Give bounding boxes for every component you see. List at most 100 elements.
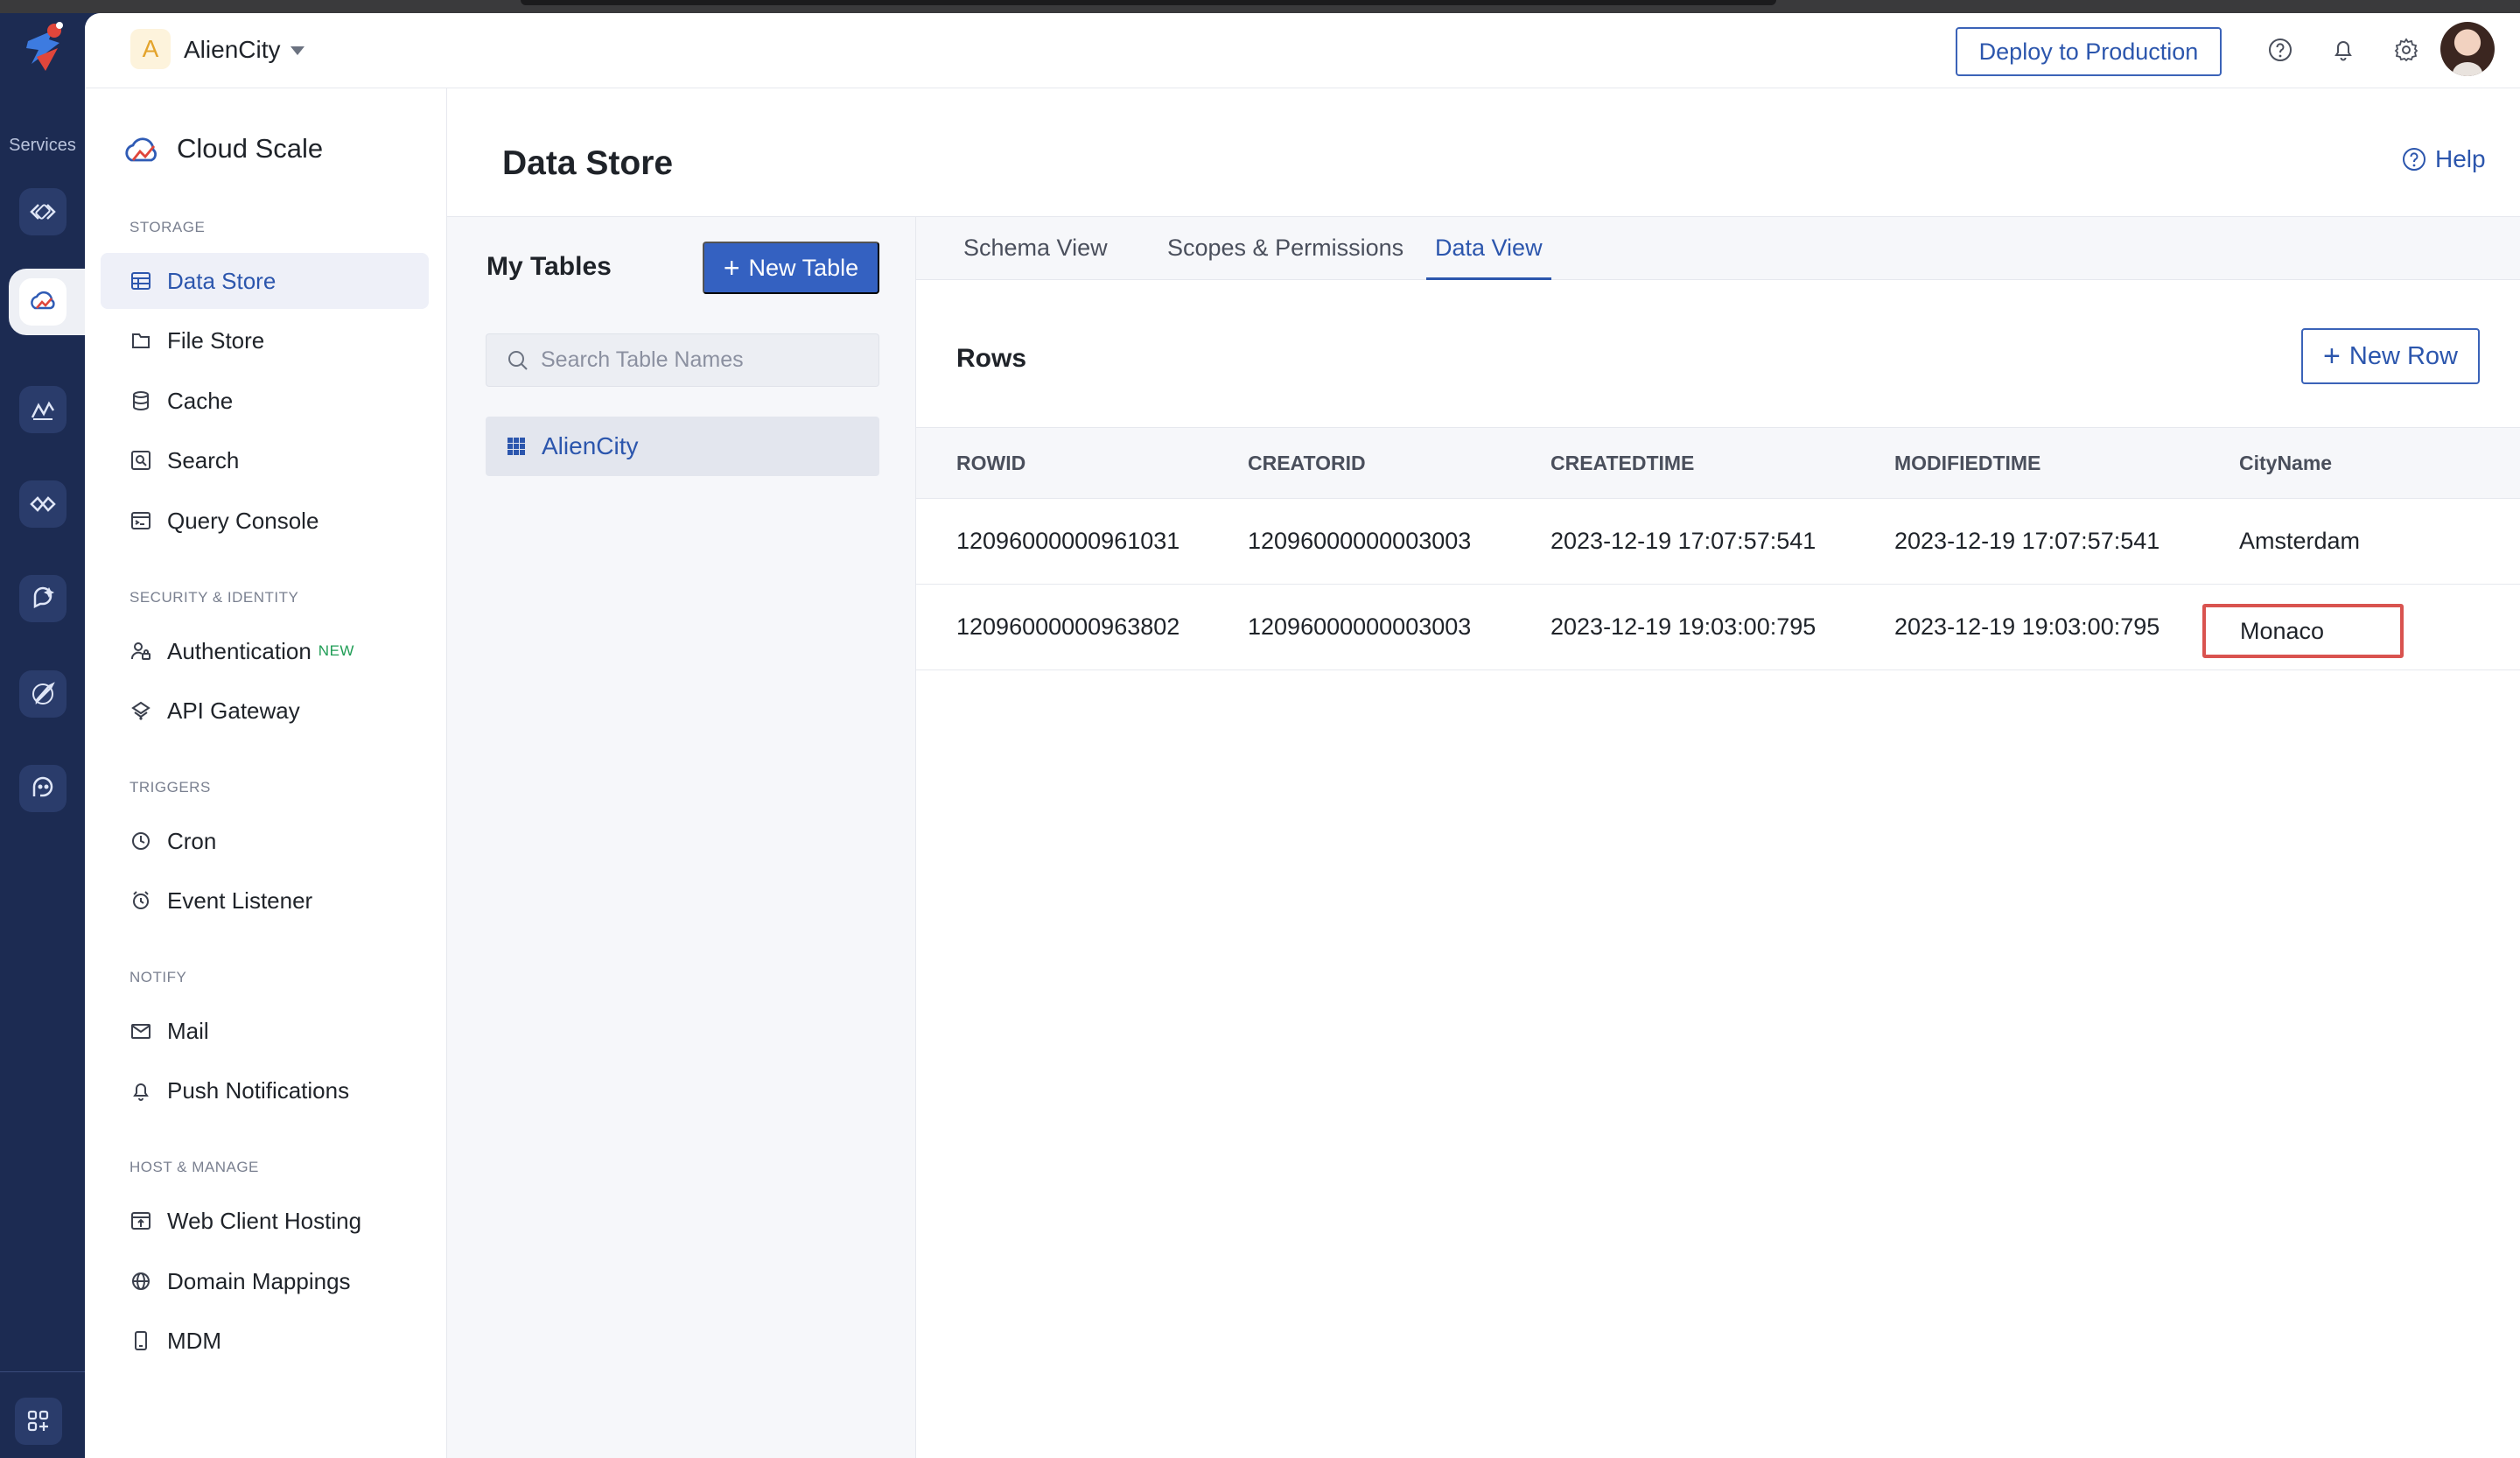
- tab-schema-view[interactable]: Schema View: [963, 235, 1108, 280]
- column-header[interactable]: ROWID: [956, 428, 1026, 498]
- table-cell[interactable]: 12096000000003003: [1248, 499, 1471, 584]
- deploy-to-production-button[interactable]: Deploy to Production: [1956, 27, 2222, 76]
- table-cell[interactable]: 2023-12-19 19:03:00:795: [1894, 585, 2160, 669]
- code-icon[interactable]: [19, 188, 66, 235]
- table-cell[interactable]: 12096000000961031: [956, 499, 1180, 584]
- table-list-item[interactable]: AlienCity: [486, 417, 879, 476]
- sidebar-item-push-notifications[interactable]: Push Notifications: [101, 1062, 429, 1118]
- table-cell[interactable]: 12096000000003003: [1248, 585, 1471, 669]
- table-cell[interactable]: Amsterdam: [2239, 499, 2360, 584]
- cloud-scale-rail-tab[interactable]: [9, 269, 89, 335]
- page-title: Data Store: [502, 144, 674, 182]
- chevron-down-icon[interactable]: [290, 46, 304, 55]
- integrations-icon[interactable]: [19, 480, 66, 528]
- table-header-row: ROWID CREATORID CREATEDTIME MODIFIEDTIME…: [916, 427, 2520, 499]
- cloud-scale-icon: [19, 278, 66, 326]
- window-top-strip: [0, 0, 2520, 13]
- table-cell[interactable]: 2023-12-19 17:07:57:541: [1894, 499, 2160, 584]
- user-lock-icon: [129, 639, 153, 663]
- ai-icon[interactable]: [19, 575, 66, 622]
- table-name: AlienCity: [542, 432, 639, 459]
- sidebar-item-event-listener[interactable]: Event Listener: [101, 873, 429, 929]
- help-link[interactable]: Help: [2400, 145, 2486, 173]
- new-table-label: New Table: [748, 254, 859, 281]
- table-row[interactable]: 12096000000961031 12096000000003003 2023…: [916, 499, 2520, 585]
- sidebar-item-mail[interactable]: Mail: [101, 1003, 429, 1059]
- clock-icon: [129, 829, 153, 853]
- help-circle-icon[interactable]: [2263, 32, 2298, 67]
- rail-divider: [0, 1371, 85, 1372]
- table-row[interactable]: 12096000000963802 12096000000003003 2023…: [916, 585, 2520, 670]
- catalyst-logo-icon[interactable]: [19, 22, 68, 83]
- alarm-icon: [129, 888, 153, 913]
- project-name[interactable]: AlienCity: [184, 36, 280, 64]
- sidebar-item-label: Cron: [167, 827, 217, 854]
- column-header[interactable]: CityName: [2239, 428, 2332, 498]
- new-row-button[interactable]: + New Row: [2301, 328, 2480, 384]
- search-icon: [508, 350, 528, 370]
- city-name-edit-field[interactable]: Monaco: [2202, 604, 2404, 658]
- rows-title: Rows: [956, 344, 1027, 373]
- tab-data-view[interactable]: Data View: [1426, 235, 1551, 280]
- sidebar-item-api-gateway[interactable]: API Gateway: [101, 683, 429, 739]
- devops-icon[interactable]: [19, 765, 66, 812]
- new-table-button[interactable]: + New Table: [703, 242, 879, 294]
- sidebar-item-search[interactable]: Search: [101, 432, 429, 488]
- sidebar-item-file-store[interactable]: File Store: [101, 312, 429, 368]
- main-card: A AlienCity Deploy to Production Cloud S…: [85, 13, 2520, 1458]
- table-cell[interactable]: 2023-12-19 19:03:00:795: [1550, 585, 1816, 669]
- top-header: A AlienCity Deploy to Production: [85, 13, 2520, 88]
- bell-icon[interactable]: [2326, 32, 2361, 67]
- column-header[interactable]: MODIFIEDTIME: [1894, 428, 2040, 498]
- sidebar-item-cache[interactable]: Cache: [101, 373, 429, 429]
- sidebar-item-label: Query Console: [167, 507, 319, 534]
- sidebar-item-domain-mappings[interactable]: Domain Mappings: [101, 1253, 429, 1309]
- project-badge[interactable]: A: [130, 29, 171, 69]
- section-notify: NOTIFY: [130, 969, 187, 985]
- sidebar-item-label: Data Store: [167, 267, 276, 294]
- sidebar-item-label: Mail: [167, 1017, 209, 1044]
- view-tabs: Schema View Scopes & Permissions Data Vi…: [916, 217, 2520, 280]
- sidebar-item-label: Authentication: [167, 637, 312, 664]
- search-input[interactable]: [541, 347, 873, 373]
- sidebar-item-mdm[interactable]: MDM: [101, 1313, 429, 1369]
- table-search-box: [486, 333, 879, 387]
- column-header[interactable]: CREATEDTIME: [1550, 428, 1694, 498]
- sidebar-item-label: MDM: [167, 1327, 222, 1354]
- sidebar-item-label: API Gateway: [167, 697, 300, 724]
- sidebar-item-label: Cache: [167, 387, 234, 414]
- upload-window-icon: [129, 1209, 153, 1233]
- database-icon: [129, 389, 153, 413]
- sidebar-item-label: Push Notifications: [167, 1076, 350, 1104]
- rows-table: ROWID CREATORID CREATEDTIME MODIFIEDTIME…: [916, 427, 2520, 670]
- service-sidebar: Cloud Scale STORAGE Data Store File Stor…: [85, 88, 447, 1458]
- gear-icon[interactable]: [2389, 32, 2424, 67]
- plus-icon: +: [2323, 340, 2341, 373]
- sidebar-item-label: File Store: [167, 326, 265, 354]
- new-row-label: New Row: [2348, 341, 2458, 370]
- sidebar-item-label: Web Client Hosting: [167, 1207, 362, 1234]
- section-security: SECURITY & IDENTITY: [130, 589, 299, 606]
- section-triggers: TRIGGERS: [130, 779, 211, 796]
- tab-scopes-permissions[interactable]: Scopes & Permissions: [1167, 235, 1404, 280]
- gateway-icon: [129, 698, 153, 723]
- cloud-scale-brand: Cloud Scale: [122, 130, 323, 167]
- help-circle-icon: [2403, 148, 2426, 171]
- apps-grid-icon[interactable]: [15, 1398, 62, 1445]
- launch-icon[interactable]: [19, 670, 66, 718]
- column-header[interactable]: CREATORID: [1248, 428, 1366, 498]
- table-cell[interactable]: 12096000000963802: [956, 585, 1180, 669]
- sidebar-item-cron[interactable]: Cron: [101, 813, 429, 869]
- help-label: Help: [2435, 145, 2486, 172]
- sidebar-item-label: Event Listener: [167, 887, 313, 914]
- table-cell[interactable]: 2023-12-19 17:07:57:541: [1550, 499, 1816, 584]
- sidebar-item-web-client-hosting[interactable]: Web Client Hosting: [101, 1193, 429, 1249]
- plus-icon: +: [723, 252, 740, 284]
- cloud-scale-title: Cloud Scale: [177, 133, 324, 164]
- sidebar-item-query-console[interactable]: Query Console: [101, 493, 429, 549]
- avatar[interactable]: [2440, 22, 2495, 76]
- sidebar-item-authentication[interactable]: Authentication NEW: [101, 623, 429, 679]
- sidebar-item-data-store[interactable]: Data Store: [101, 253, 429, 309]
- analytics-icon[interactable]: [19, 386, 66, 433]
- grid-icon: [508, 438, 525, 455]
